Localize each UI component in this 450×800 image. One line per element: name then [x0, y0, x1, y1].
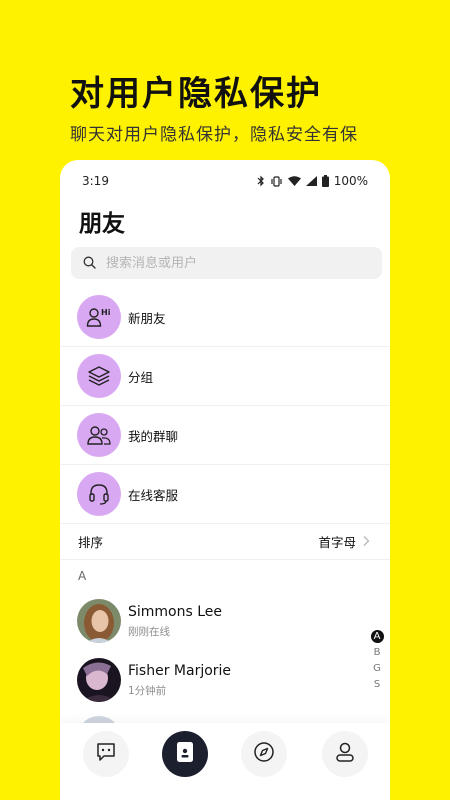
wifi-icon	[287, 176, 301, 186]
headset-icon	[77, 472, 121, 516]
promo-subline: 聊天对用户隐私保护，隐私安全有保	[70, 125, 358, 145]
contacts-card-icon	[176, 741, 194, 767]
profile-icon	[334, 741, 356, 767]
contact-status: 刚刚在线	[128, 625, 170, 638]
phone-screen: 3:19 100% 朋友 搜索消息或用户 Hi 新朋友 分组 我的群聊 在线客服…	[60, 160, 390, 800]
contact-status: 1分钟前	[128, 684, 167, 697]
contact-name: Fisher Marjorie	[128, 662, 232, 679]
layers-icon	[77, 354, 121, 398]
menu-item-online-service[interactable]: 在线客服	[60, 465, 390, 524]
menu-item-my-groups[interactable]: 我的群聊	[60, 406, 390, 465]
contact-row[interactable]: Fisher Marjorie 1分钟前	[77, 656, 367, 704]
search-bar[interactable]	[71, 247, 382, 279]
signal-icon	[305, 176, 317, 186]
alphabet-index[interactable]: A B G S	[370, 630, 384, 691]
promo-headline: 对用户隐私保护	[70, 74, 322, 114]
sort-label: 排序	[78, 535, 104, 550]
bluetooth-icon	[257, 175, 265, 187]
sort-row[interactable]: 排序 首字母	[60, 524, 390, 560]
vibrate-icon	[270, 175, 283, 187]
chevron-right-icon	[362, 532, 370, 551]
index-letter[interactable]: G	[371, 662, 384, 675]
bottom-tab-bar	[60, 723, 390, 800]
menu-item-label: 分组	[128, 369, 154, 385]
new-friend-icon: Hi	[77, 295, 121, 339]
index-letter[interactable]: B	[371, 646, 384, 659]
menu-item-label: 在线客服	[128, 487, 179, 503]
search-icon	[83, 254, 96, 273]
avatar	[77, 658, 121, 702]
status-bar: 3:19 100%	[60, 160, 390, 202]
battery-level: 100%	[333, 174, 368, 188]
svg-text:Hi: Hi	[101, 308, 111, 317]
sort-value: 首字母	[318, 535, 356, 550]
tab-friends[interactable]	[162, 731, 208, 777]
contact-name: Simmons Lee	[128, 603, 223, 620]
status-time: 3:19	[82, 174, 109, 188]
contact-row[interactable]: Simmons Lee 刚刚在线	[77, 597, 367, 645]
status-icons: 100%	[257, 174, 368, 188]
menu-item-label: 我的群聊	[128, 428, 179, 444]
tab-messages[interactable]	[83, 731, 129, 777]
chat-bubble-icon	[95, 741, 117, 767]
tab-discover[interactable]	[241, 731, 287, 777]
menu-item-groups[interactable]: 分组	[60, 347, 390, 406]
index-letter[interactable]: A	[370, 630, 384, 643]
avatar	[77, 599, 121, 643]
search-input[interactable]	[106, 255, 356, 271]
menu-item-new-friend[interactable]: Hi 新朋友	[60, 288, 390, 347]
index-letter[interactable]: S	[371, 678, 384, 691]
page-title: 朋友	[79, 211, 125, 237]
compass-icon	[253, 741, 275, 767]
tab-profile[interactable]	[322, 731, 368, 777]
battery-icon	[321, 175, 329, 187]
menu-item-label: 新朋友	[128, 310, 166, 326]
section-letter: A	[78, 569, 87, 583]
group-chat-icon	[77, 413, 121, 457]
